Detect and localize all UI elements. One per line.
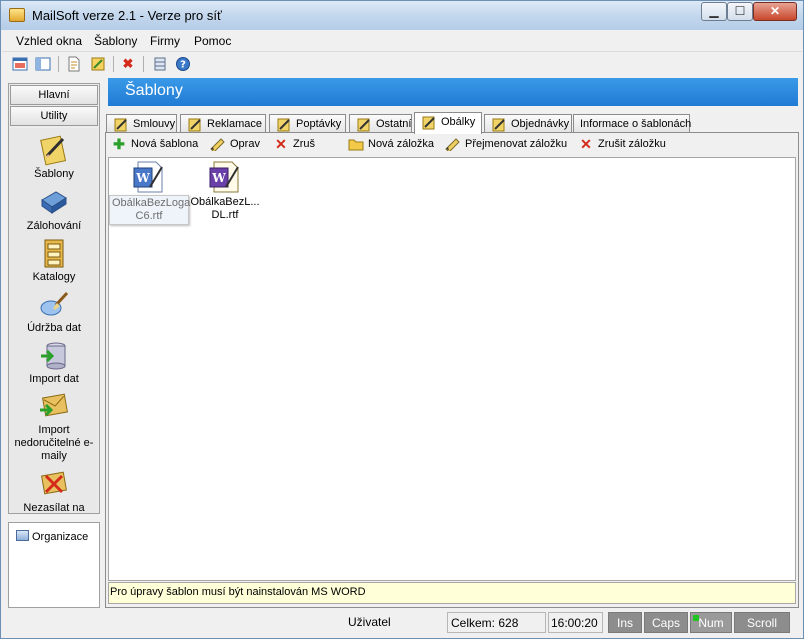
nav-item-import-nedorucitelne[interactable]: Import nedoručitelné e-maily bbox=[10, 390, 98, 463]
status-bar: Uživatel Celkem: 628 firem 16:00:20 Ins … bbox=[2, 609, 802, 639]
main-window: MailSoft verze 2.1 - Verze pro síť ▁ ☐ ✕… bbox=[0, 0, 804, 639]
file-item[interactable]: W ObálkaBezL... DL.rtf bbox=[185, 161, 265, 223]
import-database-icon bbox=[38, 339, 70, 371]
template-tab-icon bbox=[113, 117, 129, 132]
edit-icon bbox=[210, 137, 226, 153]
nav-item-katalogy[interactable]: Katalogy bbox=[10, 237, 98, 284]
menu-pomoc[interactable]: Pomoc bbox=[194, 34, 231, 48]
tab-obalky[interactable]: Obálky bbox=[414, 112, 482, 134]
rename-icon bbox=[445, 137, 461, 153]
window-title: MailSoft verze 2.1 - Verze pro síť bbox=[32, 8, 222, 23]
delete-button[interactable]: ✕ Zruš bbox=[273, 136, 315, 152]
backup-disk-icon bbox=[38, 186, 70, 218]
menu-sablony[interactable]: Šablony bbox=[94, 34, 137, 48]
tab-poptavky[interactable]: Poptávky bbox=[269, 114, 346, 133]
edit-button[interactable]: Oprav bbox=[210, 137, 260, 153]
tab-informace-o-sablonach[interactable]: Informace o šablonách bbox=[573, 114, 691, 133]
action-toolbar: ✚ Nová šablona Oprav ✕ Zruš Nová záložka P… bbox=[106, 133, 798, 157]
help-icon[interactable]: ? bbox=[175, 56, 191, 72]
templates-icon[interactable] bbox=[90, 56, 106, 72]
panel-layout-icon[interactable] bbox=[35, 56, 51, 72]
template-tab-icon bbox=[187, 117, 203, 132]
template-tab-icon bbox=[356, 117, 372, 132]
status-total: Celkem: 628 firem bbox=[447, 612, 546, 639]
plus-icon: ✚ bbox=[113, 136, 125, 152]
database-icon[interactable] bbox=[152, 56, 168, 72]
info-message: Pro úpravy šablon musí být nainstalován … bbox=[108, 582, 796, 604]
word-document-icon: W bbox=[208, 161, 242, 193]
close-x-icon: ✕ bbox=[275, 136, 287, 152]
nav-item-sablony[interactable]: Šablony bbox=[10, 134, 98, 181]
status-ins: Ins bbox=[608, 612, 642, 633]
rename-folder-button[interactable]: Přejmenovat záložku bbox=[445, 137, 567, 153]
nav-item-udrzba-dat[interactable]: Údržba dat bbox=[10, 288, 98, 335]
status-num: Num bbox=[690, 612, 732, 633]
toolbar: ✖ ? bbox=[2, 52, 802, 76]
menu-vzhled-okna[interactable]: Vzhled okna bbox=[16, 34, 82, 48]
new-folder-button[interactable]: Nová záložka bbox=[348, 137, 434, 151]
organization-pane: Organizace bbox=[8, 522, 100, 608]
word-document-icon: W bbox=[132, 161, 166, 193]
organization-icon bbox=[16, 530, 29, 541]
section-title: Šablony bbox=[108, 78, 798, 106]
utility-list: Šablony Zálohování Katalogy Údržba dat I… bbox=[10, 128, 98, 513]
templates-panel: ✚ Nová šablona Oprav ✕ Zruš Nová záložka P… bbox=[105, 132, 799, 608]
nav-item-import-dat[interactable]: Import dat bbox=[10, 339, 98, 386]
minimize-button[interactable]: ▁ bbox=[701, 2, 727, 21]
title-bar[interactable]: MailSoft verze 2.1 - Verze pro síť ▁ ☐ ✕ bbox=[1, 1, 803, 30]
template-tab-icon bbox=[276, 117, 292, 132]
maximize-button[interactable]: ☐ bbox=[727, 2, 753, 21]
catalog-cabinet-icon bbox=[38, 237, 70, 269]
maintenance-brush-icon bbox=[38, 288, 70, 320]
svg-text:W: W bbox=[211, 171, 226, 185]
tab-reklamace[interactable]: Reklamace bbox=[180, 114, 266, 133]
file-list: W ObálkaBezLoga C6.rtf W ObálkaBezL... D… bbox=[108, 157, 796, 581]
close-x-icon: ✕ bbox=[580, 136, 592, 152]
new-document-icon[interactable] bbox=[66, 56, 82, 72]
file-item[interactable]: W ObálkaBezLoga C6.rtf bbox=[109, 161, 190, 225]
close-button[interactable]: ✕ bbox=[753, 2, 797, 21]
menu-firmy[interactable]: Firmy bbox=[150, 34, 180, 48]
status-caps: Caps bbox=[644, 612, 688, 633]
delete-folder-button[interactable]: ✕ Zrušit záložku bbox=[578, 136, 666, 152]
status-time: 16:00:20 bbox=[548, 612, 603, 633]
nav-item-nezasilat-na[interactable]: Nezasílat na bbox=[10, 468, 98, 513]
tab-ostatni[interactable]: Ostatní bbox=[349, 114, 412, 133]
delete-icon[interactable]: ✖ bbox=[120, 56, 136, 72]
nav-item-zalohovani[interactable]: Zálohování bbox=[10, 186, 98, 233]
organizace-item[interactable]: Organizace bbox=[16, 530, 88, 543]
tab-strip: Smlouvy Reklamace Poptávky Ostatní Obálk… bbox=[105, 112, 799, 134]
status-scroll: Scroll bbox=[734, 612, 790, 633]
status-user: Uživatel bbox=[348, 615, 391, 629]
navigation-pane: Hlavní Utility Šablony Zálohování Katalo… bbox=[8, 83, 100, 514]
window-layout-icon[interactable] bbox=[12, 56, 28, 72]
import-envelope-icon bbox=[38, 390, 70, 422]
menu-bar: Vzhled okna Šablony Firmy Pomoc bbox=[2, 30, 802, 52]
template-tab-icon bbox=[421, 115, 437, 130]
folder-icon bbox=[348, 137, 364, 151]
svg-text:?: ? bbox=[180, 60, 186, 71]
new-template-button[interactable]: ✚ Nová šablona bbox=[111, 136, 198, 152]
tab-objednavky[interactable]: Objednávky bbox=[484, 114, 572, 133]
tab-smlouvy[interactable]: Smlouvy bbox=[106, 114, 177, 133]
blocked-envelope-icon bbox=[38, 468, 70, 500]
svg-text:W: W bbox=[135, 171, 150, 185]
template-pencil-icon bbox=[38, 134, 70, 166]
utility-button[interactable]: Utility bbox=[10, 106, 98, 126]
hlavni-button[interactable]: Hlavní bbox=[10, 85, 98, 105]
app-envelope-icon bbox=[9, 8, 25, 22]
num-indicator-icon bbox=[693, 615, 699, 621]
template-tab-icon bbox=[491, 117, 507, 132]
